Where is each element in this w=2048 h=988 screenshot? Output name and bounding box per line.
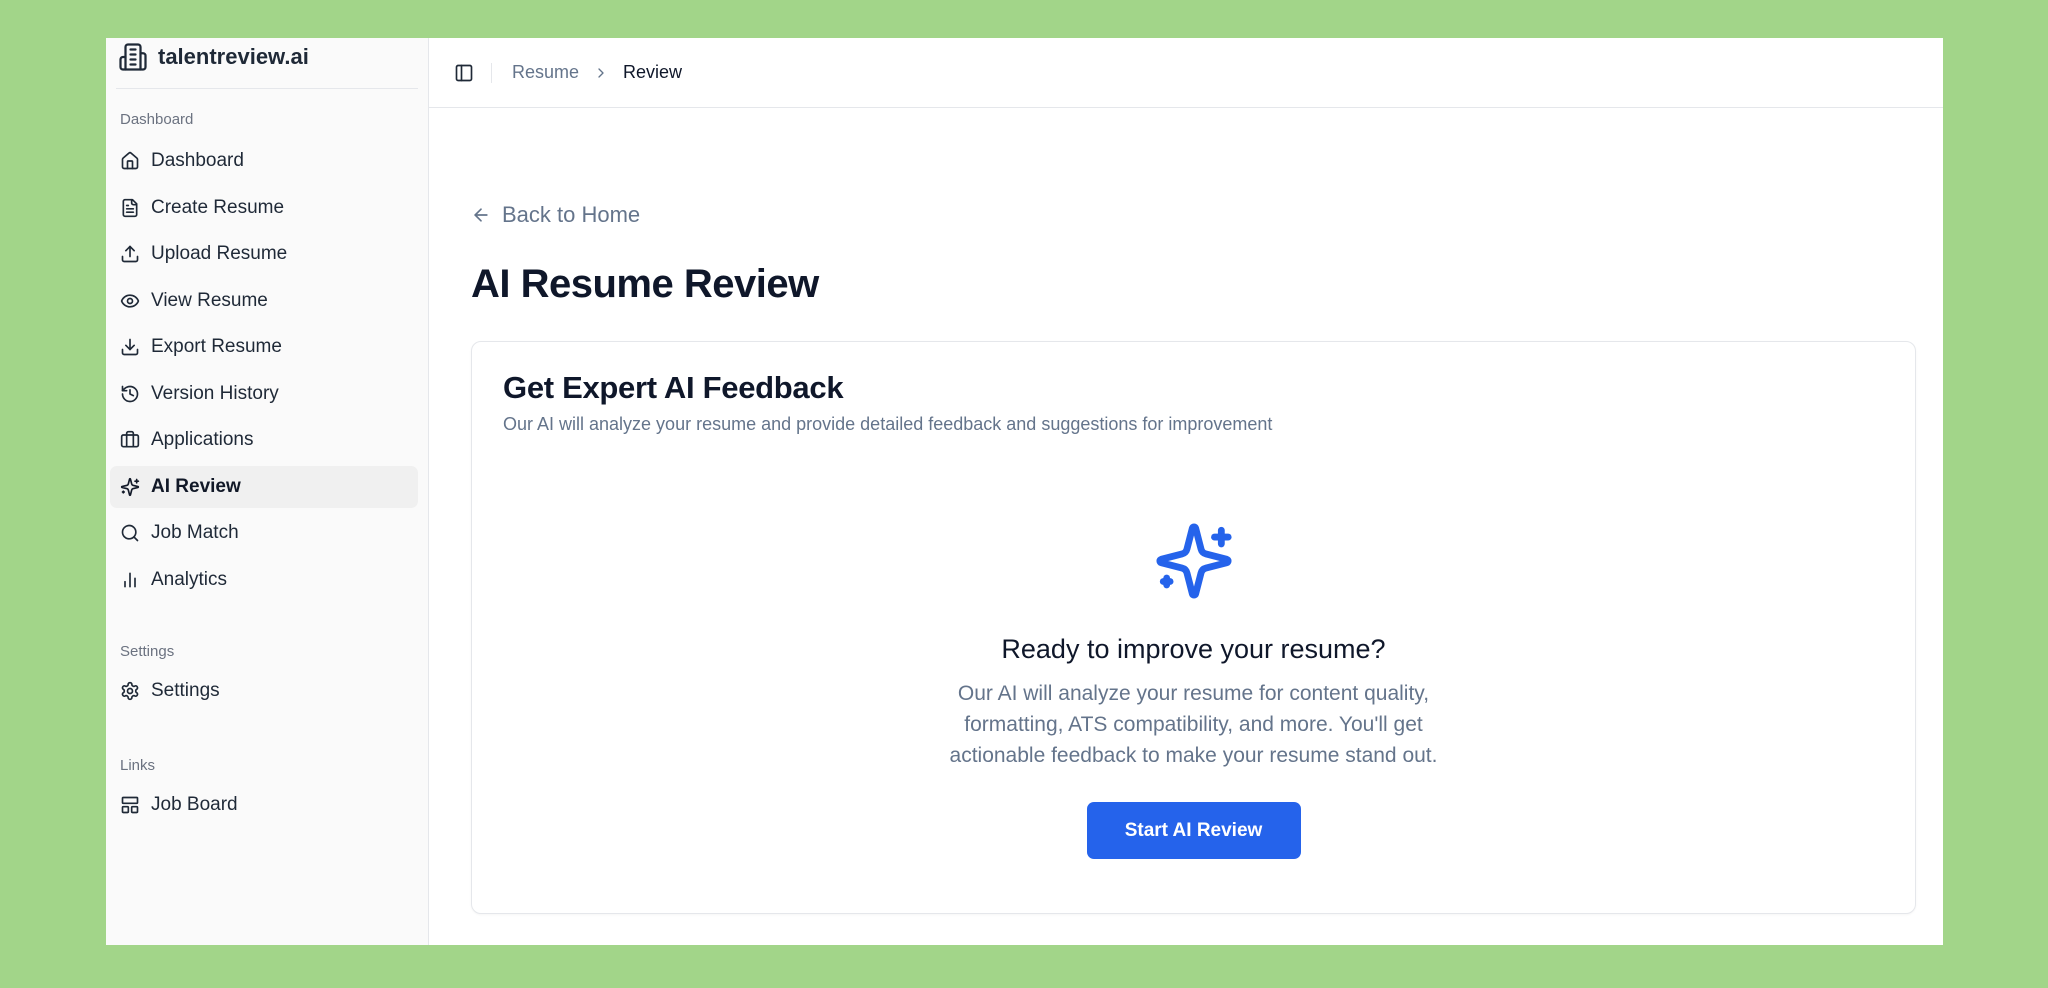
file-text-icon	[122, 198, 138, 217]
brand[interactable]: talentreview.ai	[116, 38, 418, 89]
sparkles-icon	[1156, 523, 1232, 599]
briefcase-icon	[120, 430, 140, 448]
download-icon	[121, 338, 139, 356]
sidebar-group-settings: Settings Settings	[106, 642, 428, 717]
sidebar-item-analytics[interactable]: Analytics	[110, 559, 418, 601]
breadcrumb-current: Review	[623, 62, 683, 82]
cta-description: Our AI will analyze your resume for cont…	[949, 682, 1438, 767]
sidebar-group-dashboard: Dashboard Dashboard Create Resume Upload…	[106, 110, 428, 605]
sidebar-item-label: Create Resume	[151, 196, 285, 218]
gear-icon	[121, 681, 139, 701]
sidebar-item-upload-resume[interactable]: Upload Resume	[110, 233, 418, 275]
feedback-card: Get Expert AI Feedback Our AI will analy…	[471, 341, 1916, 914]
sidebar-item-job-match[interactable]: Job Match	[110, 512, 418, 554]
sidebar-item-version-history[interactable]: Version History	[110, 373, 418, 415]
sidebar-toggle-button[interactable]	[453, 62, 475, 84]
app-window: talentreview.ai Dashboard Dashboard Crea…	[106, 38, 1943, 945]
main-content: Resume Review Back to Home AI Resume Rev…	[429, 38, 1943, 945]
layout-icon	[121, 796, 139, 814]
sidebar-item-ai-review[interactable]: AI Review	[110, 465, 418, 508]
brand-name: talentreview.ai	[158, 44, 309, 69]
breadcrumb: Resume Review	[512, 62, 682, 83]
home-icon	[121, 151, 139, 170]
sidebar-item-label: View Resume	[151, 289, 268, 311]
sidebar-item-create-resume[interactable]: Create Resume	[110, 187, 418, 229]
sidebar-item-label: Upload Resume	[151, 243, 288, 264]
sidebar-item-label: Analytics	[151, 568, 228, 590]
sidebar-item-job-board[interactable]: Job Board	[110, 784, 418, 826]
sidebar-item-label: AI Review	[151, 475, 241, 497]
history-icon	[121, 385, 139, 402]
sidebar-item-label: Applications	[151, 429, 254, 450]
sidebar-item-label: Job Board	[151, 794, 238, 815]
sidebar-item-label: Dashboard	[151, 150, 244, 171]
top-bar: Resume Review	[429, 38, 1943, 108]
eye-icon	[120, 293, 140, 308]
sidebar-item-label: Job Match	[151, 522, 239, 543]
sidebar-item-export-resume[interactable]: Export Resume	[110, 326, 418, 368]
breadcrumb-link-resume[interactable]: Resume	[512, 62, 579, 83]
panel-left-icon	[455, 64, 473, 81]
sidebar: talentreview.ai Dashboard Dashboard Crea…	[106, 38, 429, 945]
page-title: AI Resume Review	[471, 262, 819, 306]
sidebar-item-label: Export Resume	[151, 336, 282, 357]
divider	[491, 62, 492, 83]
sidebar-item-view-resume[interactable]: View Resume	[110, 280, 418, 322]
upload-icon	[121, 245, 139, 263]
sparkles-icon	[120, 477, 140, 496]
building-icon	[119, 43, 147, 71]
sidebar-item-settings[interactable]: Settings	[110, 670, 418, 712]
search-icon	[121, 524, 139, 542]
arrow-left-icon	[474, 208, 488, 222]
sidebar-item-label: Version History	[151, 382, 279, 404]
start-ai-review-button[interactable]: Start AI Review	[1086, 802, 1301, 859]
card-title: Get Expert AI Feedback	[503, 370, 844, 405]
bar-chart-icon	[124, 572, 136, 587]
sidebar-item-applications[interactable]: Applications	[110, 419, 418, 461]
sidebar-group-label: Settings	[120, 643, 175, 660]
chevron-right-icon	[598, 67, 604, 78]
sidebar-group-label: Dashboard	[120, 111, 194, 128]
sidebar-item-label: Settings	[151, 680, 220, 701]
cta-title: Ready to improve your resume?	[1001, 634, 1386, 664]
sidebar-group-links: Links Job Board	[106, 756, 428, 831]
card-subtitle: Our AI will analyze your resume and prov…	[503, 414, 1273, 434]
sidebar-group-label: Links	[120, 757, 156, 774]
back-to-home-link[interactable]: Back to Home	[471, 202, 640, 228]
back-link-label: Back to Home	[502, 202, 641, 227]
sidebar-item-dashboard[interactable]: Dashboard	[110, 140, 418, 182]
